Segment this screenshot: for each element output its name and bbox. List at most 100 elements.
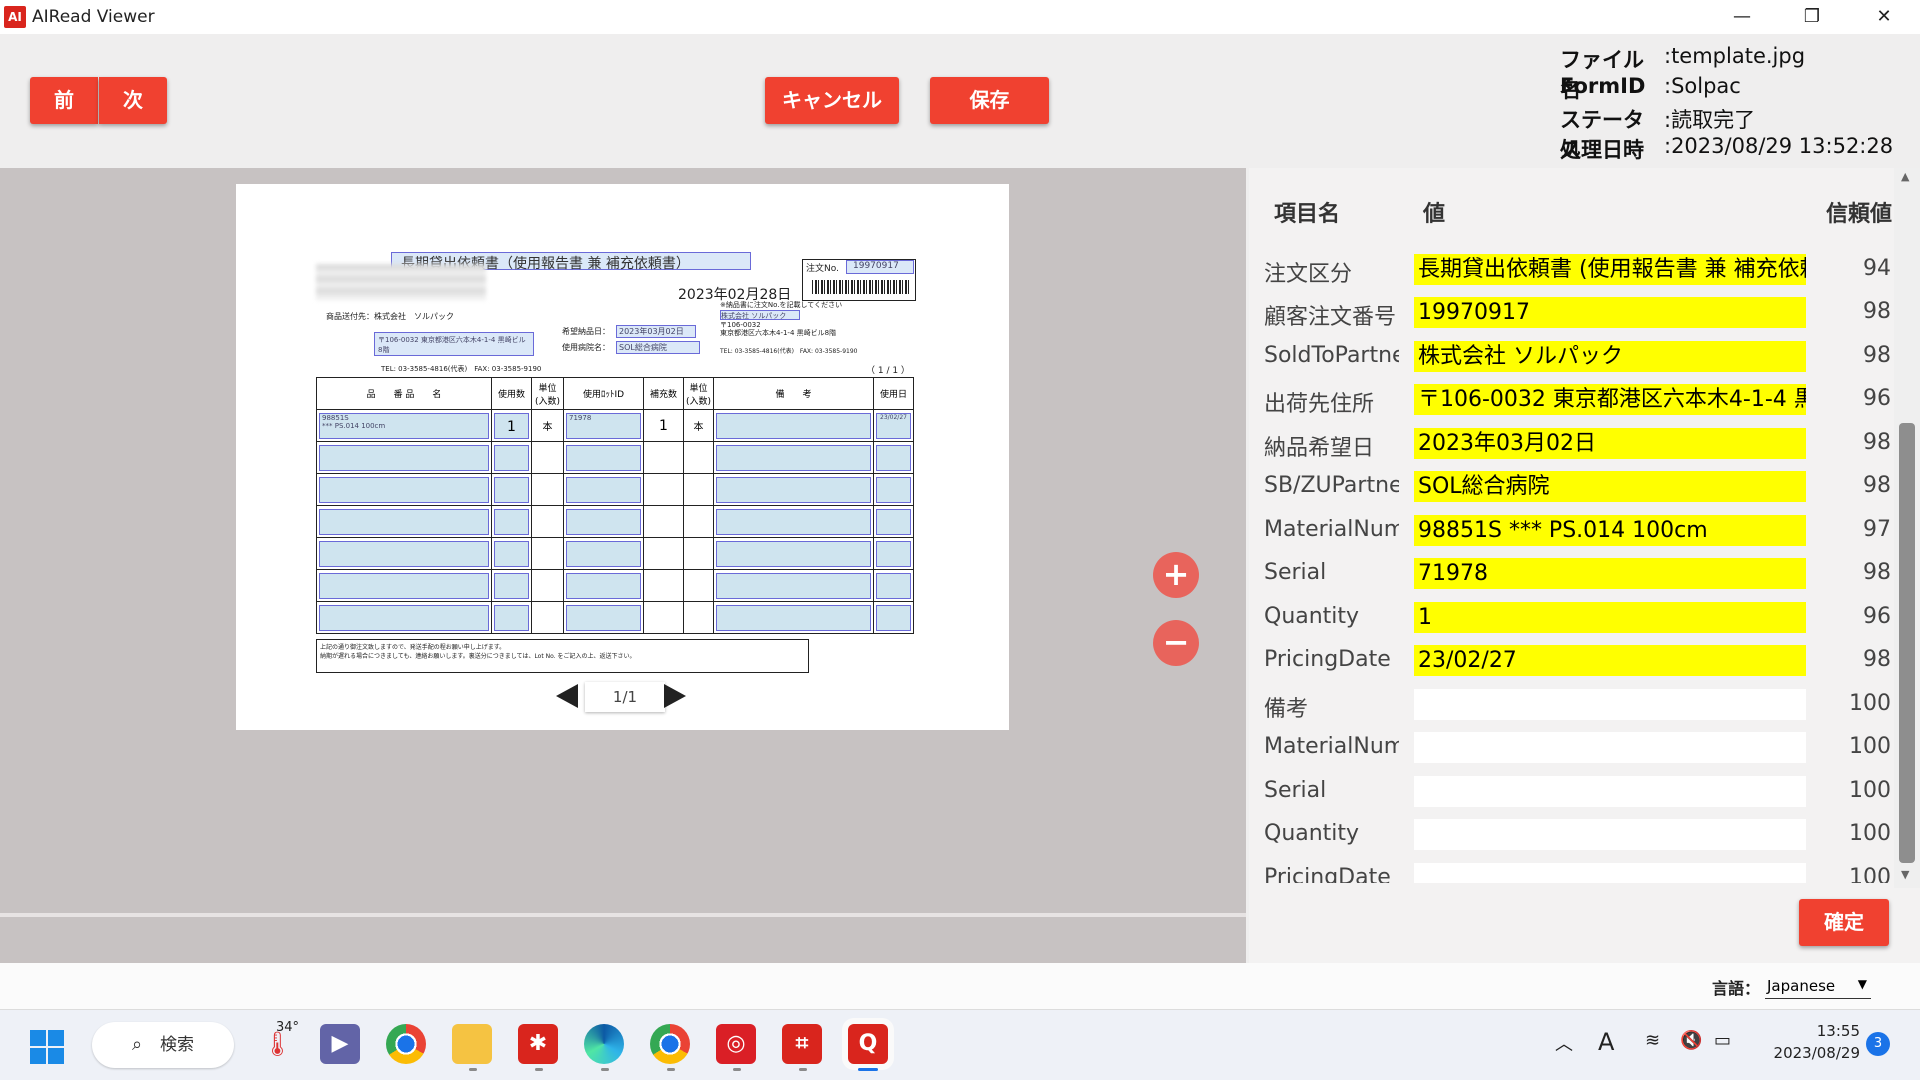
field-value[interactable] <box>1414 689 1806 720</box>
info-row-filename: ファイル名 :template.jpg <box>1560 44 1893 102</box>
running-indicator <box>601 1068 609 1071</box>
cell-empty <box>713 473 874 506</box>
close-button[interactable]: ✕ <box>1854 0 1914 34</box>
cell-box <box>716 508 871 535</box>
next-page-icon[interactable] <box>664 684 686 708</box>
field-name: PricingDate <box>1264 647 1391 672</box>
field-score: 100 <box>1849 691 1891 716</box>
maximize-button[interactable]: ❐ <box>1782 0 1842 34</box>
cell-empty <box>531 441 564 474</box>
viewer-splitter[interactable] <box>0 913 1246 917</box>
clock-time[interactable]: 13:55 <box>1760 1022 1860 1040</box>
field-name: 注文区分 <box>1264 262 1353 287</box>
chrome-icon[interactable] <box>386 1024 426 1064</box>
file-explorer-icon[interactable] <box>452 1024 492 1064</box>
cancel-button[interactable]: キャンセル <box>765 77 899 124</box>
cell-empty <box>683 537 714 570</box>
field-row: PricingDate 23/02/27 98 <box>1249 643 1920 677</box>
creative-cloud-icon[interactable]: ◎ <box>716 1024 756 1064</box>
ime-indicator[interactable]: A <box>1598 1028 1614 1056</box>
field-value[interactable]: 23/02/27 <box>1414 645 1806 676</box>
next-button[interactable]: 次 <box>99 77 167 124</box>
field-row: MaterialNum 100 <box>1249 730 1920 764</box>
prev-page-icon[interactable] <box>556 684 578 708</box>
language-select[interactable]: Japanese ▼ <box>1765 973 1871 999</box>
cell-box <box>876 444 911 471</box>
zoom-in-icon[interactable]: + <box>1153 552 1199 598</box>
field-value[interactable]: SOL総合病院 <box>1414 471 1806 502</box>
panel-scrollbar[interactable]: ▲ ▼ <box>1894 168 1920 888</box>
search-label: 検索 <box>160 1035 194 1055</box>
cell-box <box>716 572 871 599</box>
cell-box <box>494 572 529 599</box>
field-value[interactable]: 19970917 <box>1414 297 1806 328</box>
blurred-sender <box>316 264 486 300</box>
teams-icon[interactable]: ▶ <box>320 1024 360 1064</box>
window-title: AIRead Viewer <box>32 7 155 27</box>
col-header-qty: 使用数 <box>491 377 532 410</box>
cell-box <box>566 540 641 567</box>
cell-empty <box>873 505 914 538</box>
zoom-out-icon[interactable]: − <box>1153 620 1199 666</box>
tel-left: TEL: 03-3585-4816(代表) FAX: 03-3585-9190 <box>381 365 542 373</box>
field-name: PricingDate <box>1264 865 1391 883</box>
field-name: MaterialNum <box>1264 734 1399 759</box>
clock-date[interactable]: 2023/08/29 <box>1760 1044 1860 1062</box>
speaker-mute-icon[interactable]: 🔇 <box>1680 1030 1702 1051</box>
table-row <box>316 569 914 602</box>
field-row: 出荷先住所 〒106-0032 東京都港区六本木4-1-4 黒崎ビル8階 96 <box>1249 382 1920 417</box>
field-value[interactable]: 〒106-0032 東京都港区六本木4-1-4 黒崎ビル8階 <box>1414 384 1806 415</box>
chevron-up-icon[interactable]: ︿ <box>1555 1030 1573 1056</box>
title-bar: AI AIRead Viewer — ❐ ✕ <box>0 0 1920 34</box>
cell-usedate-value: 23/02/27 <box>876 412 911 439</box>
field-value[interactable] <box>1414 819 1806 850</box>
cell-unit2: 本 <box>683 409 714 442</box>
info-value: :template.jpg <box>1664 44 1806 68</box>
field-value[interactable]: 株式会社 ソルパック <box>1414 341 1806 372</box>
cell-empty <box>643 537 684 570</box>
airead-viewer-icon[interactable]: Q <box>848 1024 888 1064</box>
airead-scan-icon[interactable]: ⌗ <box>782 1024 822 1064</box>
save-button[interactable]: 保存 <box>930 77 1049 124</box>
cell-empty <box>713 505 874 538</box>
field-value[interactable]: 長期貸出依頼書 (使用報告書 兼 補充依頼書) <box>1414 254 1806 285</box>
cell-usedate: 23/02/27 <box>873 409 914 442</box>
address-right: 東京都港区六本木4-1-4 黒崎ビル8階 <box>720 329 837 337</box>
field-value[interactable]: 71978 <box>1414 558 1806 589</box>
field-value[interactable] <box>1414 776 1806 807</box>
cell-empty <box>316 601 492 634</box>
battery-icon[interactable]: ▭ <box>1714 1030 1731 1051</box>
field-value[interactable] <box>1414 863 1806 883</box>
scroll-down-icon[interactable]: ▼ <box>1901 868 1909 881</box>
notification-badge[interactable]: 3 <box>1866 1032 1890 1056</box>
cell-empty <box>316 569 492 602</box>
cell-empty <box>713 537 874 570</box>
windows-start-icon[interactable] <box>30 1030 64 1064</box>
cell-empty <box>491 473 532 506</box>
cell-remarks <box>713 409 874 442</box>
field-value[interactable]: 2023年03月02日 <box>1414 428 1806 459</box>
info-key: ファイル名 <box>1560 48 1644 102</box>
field-value[interactable] <box>1414 732 1806 763</box>
field-score: 98 <box>1863 430 1891 455</box>
taskbar-search[interactable]: ⌕ 検索 <box>92 1022 234 1068</box>
running-indicator <box>799 1068 807 1071</box>
info-key: ステータス <box>1560 108 1644 162</box>
field-value[interactable]: 98851S *** PS.014 100cm <box>1414 515 1806 546</box>
cell-refill: 1 <box>643 409 684 442</box>
table-row <box>316 537 914 570</box>
field-value[interactable]: 1 <box>1414 602 1806 633</box>
wifi-icon[interactable]: ≋ <box>1645 1030 1660 1051</box>
airead-settings-icon[interactable]: ✱ <box>518 1024 558 1064</box>
cell-box <box>319 604 489 631</box>
field-row: 備考 100 <box>1249 687 1920 722</box>
minimize-button[interactable]: — <box>1712 0 1772 34</box>
cell-empty <box>643 473 684 506</box>
prev-button[interactable]: 前 <box>30 77 98 124</box>
field-score: 98 <box>1863 473 1891 498</box>
edge-icon[interactable] <box>584 1024 624 1064</box>
scrollbar-thumb[interactable] <box>1899 423 1915 863</box>
confirm-button[interactable]: 確定 <box>1799 899 1889 946</box>
chrome-profile-icon[interactable] <box>650 1024 690 1064</box>
scroll-up-icon[interactable]: ▲ <box>1901 170 1909 183</box>
